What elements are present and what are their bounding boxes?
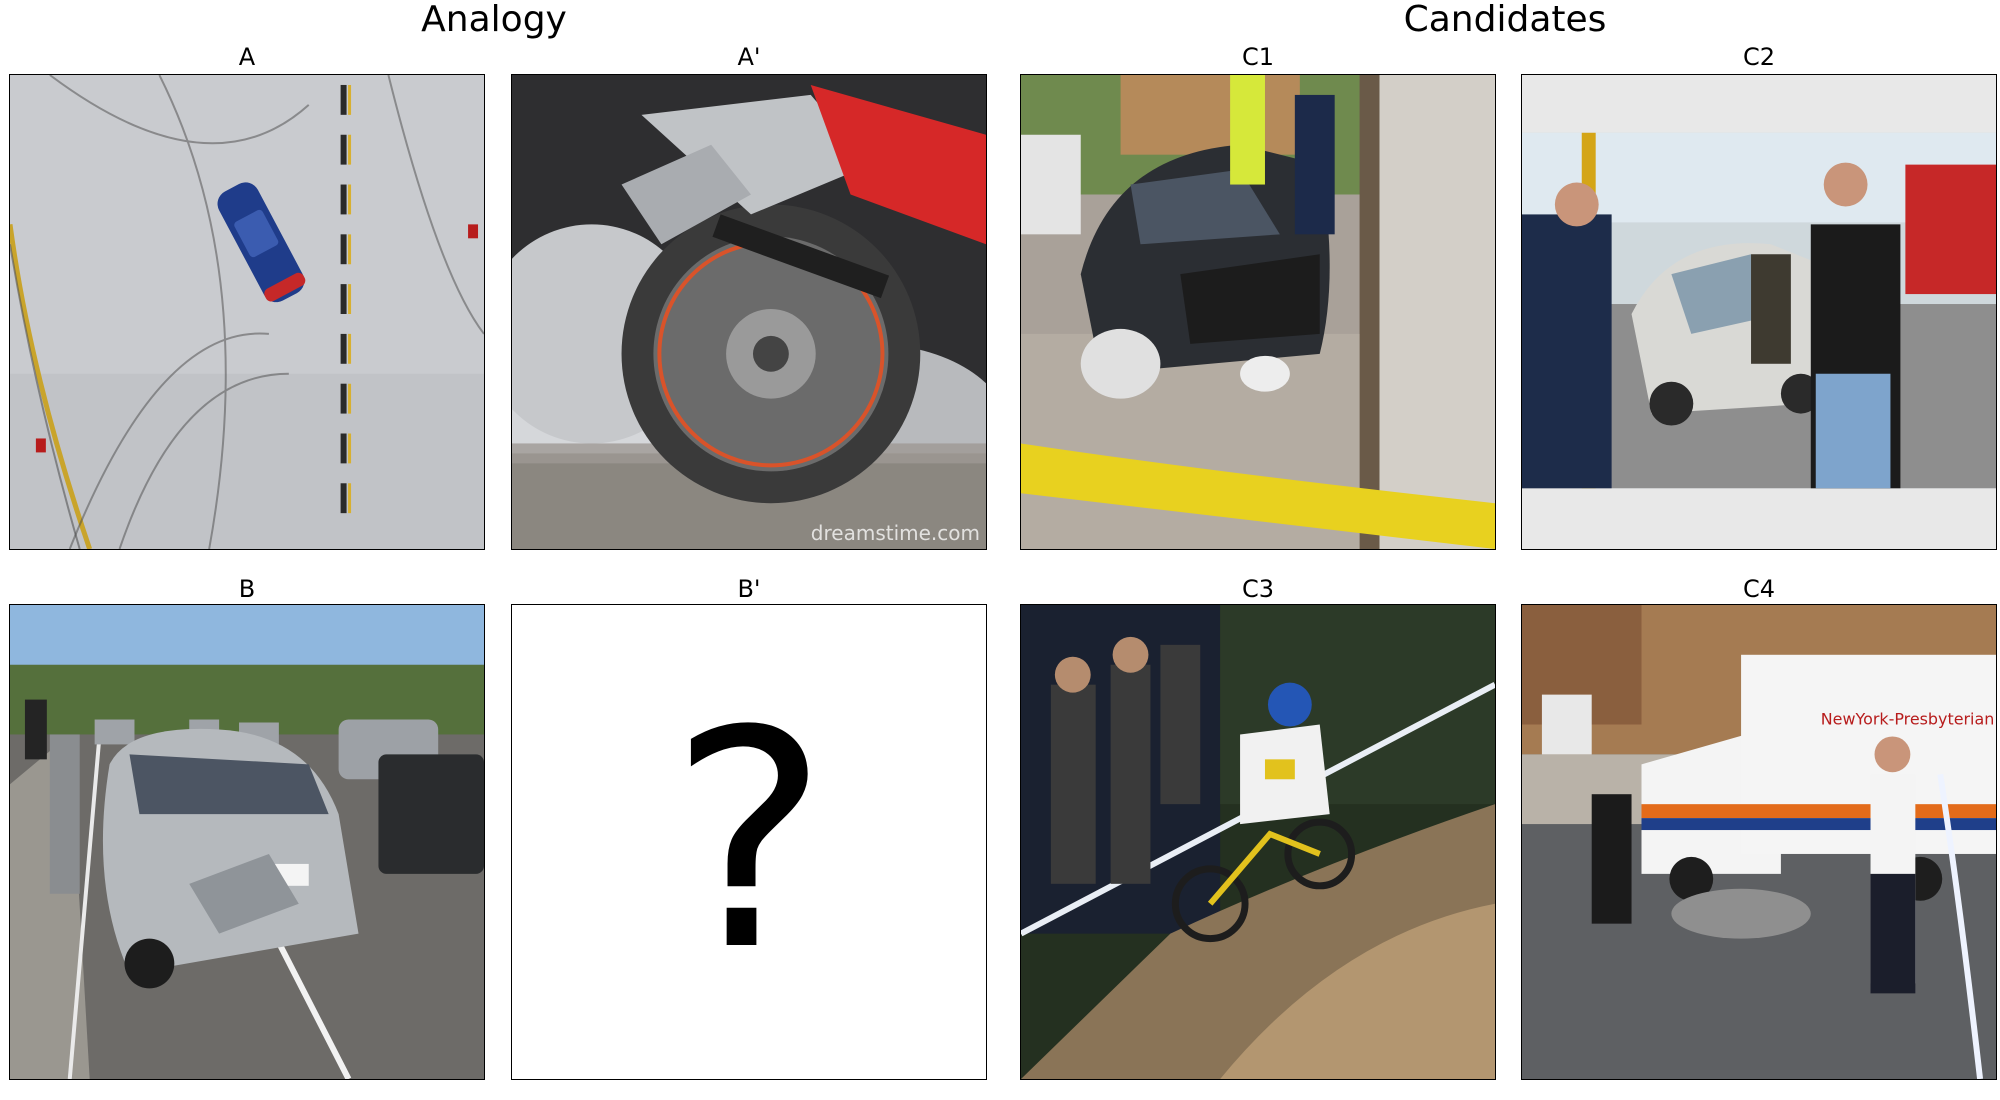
panel-label-c4: C4 xyxy=(1742,575,1776,603)
image-b-damaged-car xyxy=(9,604,485,1080)
panel-label-b: B xyxy=(238,575,256,603)
panel-label-b-prime: B' xyxy=(737,575,761,603)
image-c3-mountain-bike-race xyxy=(1020,604,1496,1080)
panel-c4: C4 NewYork-Presbyterian xyxy=(1521,0,1997,1100)
panel-label-c3: C3 xyxy=(1241,575,1275,603)
panel-b-prime: B' ? xyxy=(511,0,987,1100)
panel-b: B xyxy=(9,0,485,1100)
question-mark-icon: ? xyxy=(669,667,829,1016)
panel-c3: C3 xyxy=(1020,0,1496,1100)
ambulance-text: NewYork-Presbyterian xyxy=(1821,709,1995,728)
image-c4-ambulance-motorcycle-crash: NewYork-Presbyterian xyxy=(1521,604,1997,1080)
image-b-prime-unknown: ? xyxy=(511,604,987,1080)
